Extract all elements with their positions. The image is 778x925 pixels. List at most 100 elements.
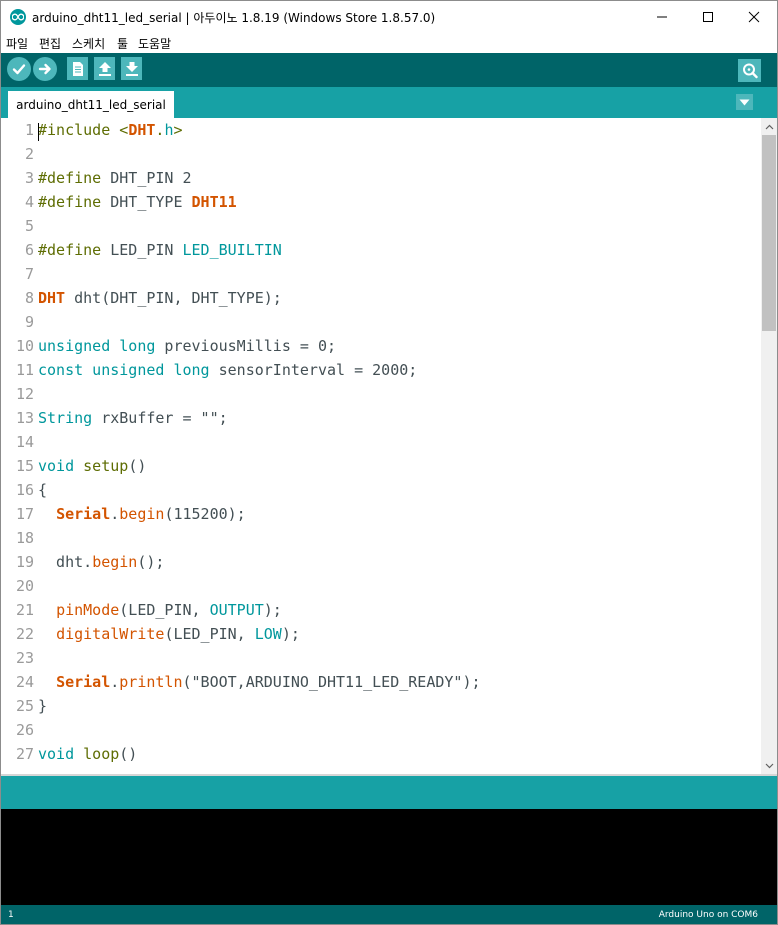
- code-token: (115200);: [164, 505, 246, 523]
- line-number: 2: [24, 145, 34, 163]
- code-line: 2: [1, 142, 761, 166]
- menu-edit[interactable]: 편집: [39, 35, 61, 52]
- maximize-button[interactable]: [685, 1, 731, 32]
- code-text: void loop(): [38, 745, 137, 763]
- code-text: #include <DHT.h>: [38, 121, 183, 139]
- tab-dropdown-icon: [739, 99, 750, 105]
- code-line: 23: [1, 646, 761, 670]
- code-line: 21 pinMode(LED_PIN, OUTPUT);: [1, 598, 761, 622]
- code-line: 24 Serial.println("BOOT,ARDUINO_DHT11_LE…: [1, 670, 761, 694]
- code-token: DHT11: [191, 193, 237, 211]
- scroll-down-button[interactable]: [761, 757, 777, 774]
- line-number: 7: [24, 265, 34, 283]
- code-token: );: [281, 625, 300, 643]
- code-text: const unsigned long sensorInterval = 200…: [38, 361, 417, 379]
- chevron-up-icon: [765, 124, 773, 129]
- line-number: 15: [15, 457, 34, 475]
- code-token: dht.: [38, 553, 93, 571]
- code-text: #define DHT_TYPE DHT11: [38, 193, 237, 211]
- code-line: 9: [1, 310, 761, 334]
- line-number: 14: [15, 433, 34, 451]
- verify-icon: [12, 64, 26, 75]
- menu-tools[interactable]: 툴: [117, 35, 128, 52]
- code-line: 13 String rxBuffer = "";: [1, 406, 761, 430]
- code-token: .: [110, 673, 120, 691]
- code-editor[interactable]: 1 #include <DHT.h> 2 3 #define DHT_PIN 2 4 #de…: [1, 118, 761, 774]
- code-line: 19 dht.begin();: [1, 550, 761, 574]
- code-token: begin: [119, 505, 165, 523]
- code-text: #define LED_PIN LED_BUILTIN: [38, 241, 282, 259]
- line-number: 13: [15, 409, 34, 427]
- verify-button[interactable]: [7, 57, 31, 81]
- window-title: arduino_dht11_led_serial | 아두이노 1.8.19 (…: [32, 11, 436, 25]
- code-token: DHT: [128, 121, 156, 139]
- upload-button[interactable]: [33, 57, 57, 81]
- code-token: }: [38, 697, 48, 715]
- code-token: Serial: [56, 505, 111, 523]
- save-icon: [125, 61, 138, 76]
- maximize-icon: [703, 11, 713, 22]
- editor-scrollbar[interactable]: [761, 118, 777, 774]
- line-number: 3: [24, 169, 34, 187]
- minimize-icon: [657, 16, 667, 17]
- code-line: 7: [1, 262, 761, 286]
- line-number: 18: [15, 529, 34, 547]
- close-icon: [748, 11, 760, 22]
- output-console[interactable]: [1, 809, 777, 905]
- code-token: dht(DHT_PIN, DHT_TYPE);: [65, 289, 282, 307]
- code-token: println: [119, 673, 183, 691]
- serial-monitor-icon: [743, 63, 758, 79]
- code-token: sensorInterval = 2000;: [209, 361, 418, 379]
- code-token: pinMode: [56, 601, 120, 619]
- app-window: arduino_dht11_led_serial | 아두이노 1.8.19 (…: [0, 0, 778, 925]
- code-token: (): [128, 457, 147, 475]
- code-token: void: [38, 457, 75, 475]
- code-text: digitalWrite(LED_PIN, LOW);: [38, 625, 300, 643]
- code-text: #define DHT_PIN 2: [38, 169, 192, 187]
- code-line: 3 #define DHT_PIN 2: [1, 166, 761, 190]
- line-number: 25: [15, 697, 34, 715]
- menu-file[interactable]: 파일: [6, 35, 28, 52]
- code-token: rxBuffer = "";: [92, 409, 228, 427]
- text-caret: [38, 123, 39, 141]
- minimize-button[interactable]: [639, 1, 685, 32]
- code-token: (LED_PIN,: [119, 601, 210, 619]
- code-token: String: [38, 409, 93, 427]
- code-line: 20: [1, 574, 761, 598]
- scrollbar-thumb[interactable]: [762, 135, 776, 331]
- open-button[interactable]: [94, 57, 115, 80]
- open-icon: [98, 61, 111, 76]
- line-number: 21: [15, 601, 34, 619]
- line-number: 26: [15, 721, 34, 739]
- close-button[interactable]: [731, 1, 777, 32]
- serial-monitor-button[interactable]: [738, 59, 761, 82]
- code-token: setup: [83, 457, 129, 475]
- tab-sketch[interactable]: arduino_dht11_led_serial: [8, 91, 174, 118]
- line-number: 6: [24, 241, 34, 259]
- line-number: 23: [15, 649, 34, 667]
- code-token: (): [119, 745, 138, 763]
- code-token: loop: [83, 745, 120, 763]
- code-text: void setup(): [38, 457, 146, 475]
- code-line: 11 const unsigned long sensorInterval = 2…: [1, 358, 761, 382]
- status-board-port: Arduino Uno on COM6: [658, 910, 758, 920]
- new-button[interactable]: [67, 57, 88, 80]
- tab-menu-button[interactable]: [736, 94, 753, 110]
- code-token: DHT_TYPE: [101, 193, 192, 211]
- code-token: LOW: [254, 625, 282, 643]
- code-token: .: [110, 505, 120, 523]
- code-line: 17 Serial.begin(115200);: [1, 502, 761, 526]
- arduino-logo-icon: [10, 9, 26, 25]
- code-token: void: [38, 745, 75, 763]
- menu-help[interactable]: 도움말: [138, 35, 171, 52]
- code-line: 26: [1, 718, 761, 742]
- menu-sketch[interactable]: 스케치: [72, 35, 105, 52]
- code-line: 5: [1, 214, 761, 238]
- save-button[interactable]: [121, 57, 142, 80]
- scroll-up-button[interactable]: [761, 118, 777, 135]
- line-number: 16: [15, 481, 34, 499]
- line-number: 5: [24, 217, 34, 235]
